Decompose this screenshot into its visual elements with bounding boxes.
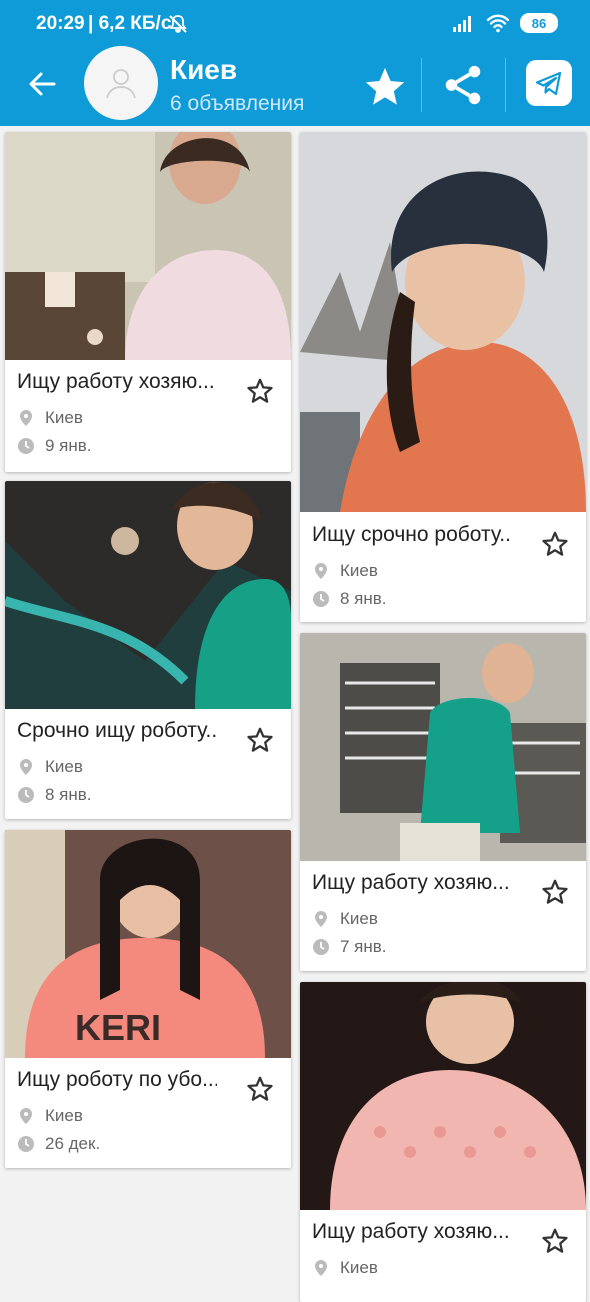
clock-icon [18,438,34,454]
location-text: Киев [45,757,83,776]
listing-count: 6 объявления [170,92,305,115]
back-arrow-icon[interactable] [24,66,60,102]
listing-card[interactable]: Ищу работу хозяю... Киев [300,982,586,1302]
user-avatar [84,46,158,120]
listing-location: Киев [17,757,83,777]
status-network-speed: | 6,2 КБ/с [88,13,172,34]
date-text: 26 дек. [45,1134,101,1153]
listing-photo[interactable] [5,481,291,709]
listing-title[interactable]: Ищу срочно роботу... [312,523,512,547]
listing-card[interactable]: Срочно ищу роботу... Киев 8 янв. [5,481,291,819]
listing-date: 8 янв. [312,589,387,609]
date-text: 9 янв. [45,436,92,455]
location-text: Киев [340,561,378,580]
favorite-star-icon[interactable] [245,725,275,755]
share-icon[interactable] [440,62,486,108]
location-pin-icon [315,911,327,927]
app-toolbar: Киев 6 объявления [0,44,590,126]
telegram-button[interactable] [526,60,572,106]
listing-date: 7 янв. [312,937,387,957]
listing-card[interactable]: Ищу работу хозяю... Киев 9 янв. [5,132,291,472]
listing-title[interactable]: Ищу работу хозяю... [312,1220,512,1244]
listing-title[interactable]: Ищу работу хозяю... [312,871,512,895]
telegram-icon [535,71,562,96]
listing-date: 9 янв. [17,436,92,456]
date-text: 8 янв. [45,785,92,804]
listing-location: Киев [312,909,378,929]
clock-icon [18,787,34,803]
location-text: Киев [45,408,83,427]
star-icon[interactable] [362,64,408,110]
wifi-icon [486,14,510,33]
favorite-star-icon[interactable] [540,877,570,907]
svg-text:KERI: KERI [75,1007,161,1048]
listing-photo[interactable] [300,633,586,861]
clock-icon [18,1136,34,1152]
battery-indicator: 86 [520,13,558,33]
listing-photo[interactable] [300,132,586,512]
status-bar: 20:29 | 6,2 КБ/с 86 [0,0,590,44]
listing-location: Киев [17,408,83,428]
listing-date: 8 янв. [17,785,92,805]
listing-photo[interactable]: KERI [5,830,291,1058]
user-avatar-icon [106,69,136,99]
listing-location: Киев [312,1258,378,1278]
signal-icon [453,16,471,32]
listing-location: Киев [312,561,378,581]
location-text: Киев [45,1106,83,1125]
date-text: 7 янв. [340,937,387,956]
listing-date: 26 дек. [17,1134,100,1154]
clock-icon [313,939,329,955]
favorite-star-icon[interactable] [540,529,570,559]
listing-card[interactable]: KERI Ищу роботу по убо... Киев 26 дек. [5,830,291,1168]
favorite-star-icon[interactable] [540,1226,570,1256]
location-pin-icon [315,563,327,579]
listing-title[interactable]: Срочно ищу роботу... [17,719,217,743]
toolbar-divider [421,58,422,112]
date-text: 8 янв. [340,589,387,608]
toolbar-divider [505,58,506,112]
listing-photo[interactable] [300,982,586,1210]
listing-card[interactable]: Ищу работу хозяю... Киев 7 янв. [300,633,586,971]
location-pin-icon [20,1108,32,1124]
location-pin-icon [20,759,32,775]
page-title: Киев [170,54,238,85]
location-text: Киев [340,909,378,928]
listing-photo[interactable] [5,132,291,360]
bell-off-icon [169,15,187,33]
favorite-star-icon[interactable] [245,376,275,406]
location-text: Киев [340,1258,378,1277]
listing-location: Киев [17,1106,83,1126]
location-pin-icon [20,410,32,426]
listing-title[interactable]: Ищу роботу по убо... [17,1068,217,1092]
location-pin-icon [315,1260,327,1276]
favorite-star-icon[interactable] [245,1074,275,1104]
clock-icon [313,591,329,607]
listing-card[interactable]: Ищу срочно роботу... Киев 8 янв. [300,132,586,622]
listing-title[interactable]: Ищу работу хозяю... [17,370,217,394]
status-time: 20:29 [36,13,85,34]
